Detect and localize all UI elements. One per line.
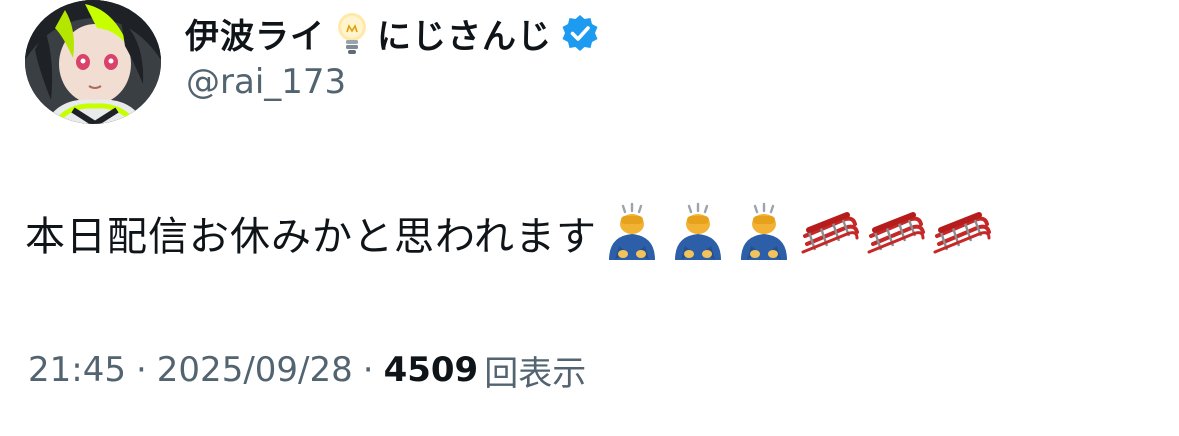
user-handle[interactable]: @rai_173 bbox=[186, 62, 346, 102]
sled-icon bbox=[931, 202, 993, 264]
lightbulb-icon bbox=[335, 10, 369, 56]
tweet-meta: 21:45 · 2025/09/28 · 4509 回表示 bbox=[28, 345, 586, 395]
view-count[interactable]: 4509 bbox=[384, 350, 479, 390]
tweet-date[interactable]: 2025/09/28 bbox=[157, 350, 353, 390]
verified-badge-icon[interactable] bbox=[560, 13, 600, 53]
person-bowing-icon bbox=[601, 202, 663, 264]
meta-separator: · bbox=[135, 350, 147, 390]
display-name-row[interactable]: 伊波ライ にじさんじ bbox=[185, 8, 600, 58]
display-name[interactable]: 伊波ライ bbox=[185, 9, 325, 58]
display-name-suffix[interactable]: にじさんじ bbox=[377, 9, 552, 58]
tweet-time[interactable]: 21:45 bbox=[28, 350, 126, 390]
view-label[interactable]: 回表示 bbox=[484, 346, 586, 395]
avatar[interactable] bbox=[25, 0, 161, 124]
person-bowing-icon bbox=[733, 202, 795, 264]
avatar-image bbox=[25, 0, 161, 124]
person-bowing-icon bbox=[667, 202, 729, 264]
sled-icon bbox=[799, 202, 861, 264]
sled-icon bbox=[865, 202, 927, 264]
tweet-text: 本日配信お休みかと思われます bbox=[25, 214, 597, 260]
meta-separator: · bbox=[362, 350, 374, 390]
tweet-body: 本日配信お休みかと思われます bbox=[25, 198, 993, 268]
